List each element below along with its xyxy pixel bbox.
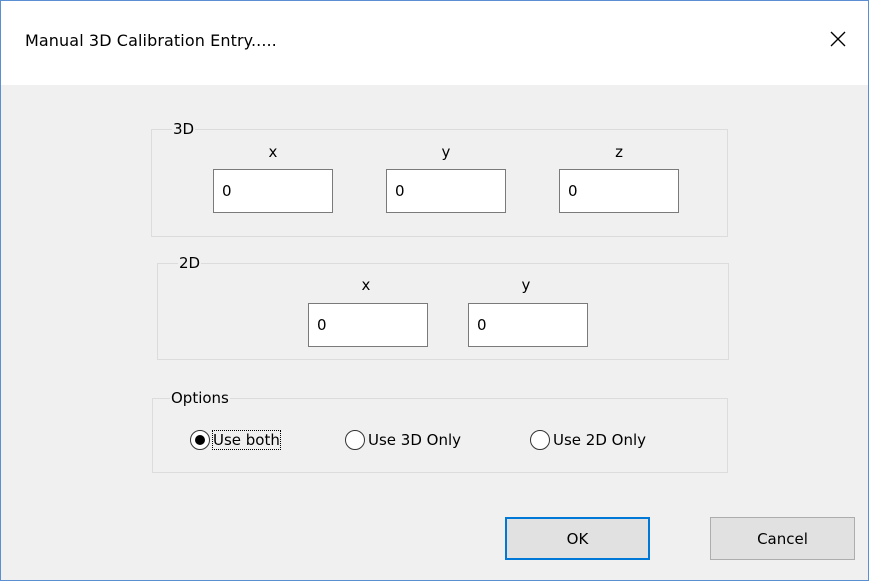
3d-x-input[interactable] — [213, 169, 333, 213]
radio-unselected-icon — [345, 430, 365, 450]
radio-use-2d-only[interactable]: Use 2D Only — [530, 428, 646, 452]
2d-y-input[interactable] — [468, 303, 588, 347]
group-options-legend: Options — [170, 388, 230, 408]
3d-y-label: y — [441, 143, 451, 161]
3d-z-label: z — [615, 143, 623, 161]
3d-x-label: x — [268, 143, 278, 161]
group-3d-legend: 3D — [172, 119, 196, 139]
radio-selected-icon — [190, 430, 210, 450]
radio-use-both-label: Use both — [212, 430, 281, 450]
group-2d: 2D x y — [157, 253, 729, 360]
close-icon — [830, 31, 846, 47]
3d-z-input[interactable] — [559, 169, 679, 213]
group-3d: 3D x y z — [151, 119, 728, 237]
calibration-dialog: Manual 3D Calibration Entry..... 3D x y … — [0, 0, 869, 581]
dialog-title: Manual 3D Calibration Entry..... — [25, 31, 277, 50]
radio-use-both[interactable]: Use both — [190, 428, 281, 452]
ok-button[interactable]: OK — [505, 517, 650, 560]
group-2d-legend: 2D — [178, 253, 202, 273]
radio-use-2d-only-label: Use 2D Only — [553, 431, 647, 449]
title-bar[interactable]: Manual 3D Calibration Entry..... — [1, 1, 868, 85]
radio-unselected-icon — [530, 430, 550, 450]
group-options: Options Use both Use 3D Only Use 2D Only — [152, 388, 728, 473]
close-button[interactable] — [808, 1, 868, 77]
cancel-button[interactable]: Cancel — [710, 517, 855, 560]
radio-use-3d-only[interactable]: Use 3D Only — [345, 428, 461, 452]
2d-x-input[interactable] — [308, 303, 428, 347]
2d-x-label: x — [361, 276, 371, 294]
3d-y-input[interactable] — [386, 169, 506, 213]
radio-use-3d-only-label: Use 3D Only — [368, 431, 462, 449]
2d-y-label: y — [521, 276, 531, 294]
